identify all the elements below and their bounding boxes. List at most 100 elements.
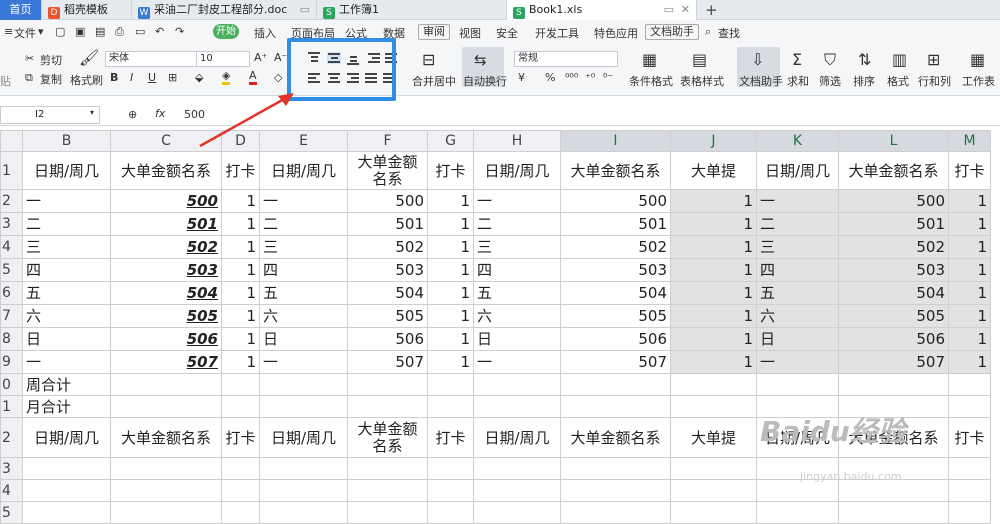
new-icon[interactable]: ▢ (55, 25, 65, 38)
checkin-cell[interactable]: 1 (221, 212, 260, 236)
row-header[interactable]: 5 (0, 501, 23, 524)
empty-cell[interactable] (221, 373, 260, 396)
row-header[interactable]: 4 (0, 479, 23, 502)
checkin-cell[interactable]: 1 (948, 235, 991, 259)
row-header[interactable]: 9 (0, 350, 23, 374)
copy-button[interactable]: 复制 (40, 71, 62, 87)
col-header[interactable]: G (427, 130, 474, 152)
font-select[interactable]: 宋体 (105, 51, 197, 67)
empty-cell[interactable] (110, 457, 222, 480)
empty-cell[interactable] (259, 501, 348, 524)
thousands-icon[interactable]: ⁰⁰⁰ (565, 71, 578, 84)
copy-icon[interactable]: ⧉ (25, 71, 33, 85)
day-cell[interactable]: 四 (473, 258, 561, 282)
increase-decimal-icon[interactable]: ⁺⁰ (585, 71, 595, 84)
menu-file-chevron-icon[interactable]: ▾ (38, 25, 44, 38)
day-cell[interactable]: 五 (756, 281, 839, 305)
checkin-cell[interactable]: 1 (948, 281, 991, 305)
day-cell[interactable]: 六 (473, 304, 561, 328)
empty-cell[interactable] (347, 457, 428, 480)
amount-cell[interactable]: 504 (110, 281, 222, 305)
percent-icon[interactable]: % (545, 71, 555, 84)
day-cell[interactable]: 六 (22, 304, 111, 328)
tab-workbook1[interactable]: S 工作簿1 (317, 0, 507, 20)
empty-cell[interactable] (347, 395, 428, 418)
decrease-decimal-icon[interactable]: ⁰⁻ (603, 71, 613, 84)
redo-icon[interactable]: ↷ (175, 25, 184, 38)
amount-cell[interactable]: 505 (560, 304, 671, 328)
amount-cell[interactable]: 502 (110, 235, 222, 259)
empty-cell[interactable] (473, 457, 561, 480)
save-icon[interactable]: ▤ (95, 25, 105, 38)
empty-cell[interactable] (221, 501, 260, 524)
tab-restore-icon[interactable]: ▭ (664, 0, 674, 20)
amount-cell[interactable]: 507 (347, 350, 428, 374)
amount-cell[interactable]: 507 (110, 350, 222, 374)
currency-icon[interactable]: ¥ (518, 71, 525, 84)
header-cell[interactable]: 大单金额名系 (347, 151, 428, 190)
empty-cell[interactable] (670, 479, 757, 502)
fill-color-icon[interactable]: ⬙ (195, 71, 203, 84)
paste-label[interactable]: 贴 (0, 73, 11, 89)
col-header[interactable]: B (22, 130, 111, 152)
col-header[interactable]: M (948, 130, 991, 152)
empty-cell[interactable] (560, 501, 671, 524)
tab-book1[interactable]: S Book1.xls ▭ ✕ (507, 0, 697, 20)
menu-insert[interactable]: 插入 (254, 25, 276, 41)
checkin-cell[interactable]: 1 (948, 304, 991, 328)
amount-cell[interactable]: 503 (838, 258, 949, 282)
zoom-icon[interactable]: ⊕ (128, 108, 137, 121)
amount-cell[interactable]: 500 (347, 189, 428, 213)
header-cell[interactable]: 打卡 (948, 151, 991, 190)
tab-close-icon[interactable]: ✕ (681, 0, 690, 20)
checkin-cell[interactable]: 1 (948, 212, 991, 236)
empty-cell[interactable] (110, 479, 222, 502)
header-cell[interactable]: 大单金额名系 (110, 417, 222, 458)
checkin-cell[interactable]: 1 (221, 235, 260, 259)
header-cell[interactable]: 大单提 (670, 151, 757, 190)
checkin-cell[interactable]: 1 (670, 304, 757, 328)
number-format-select[interactable]: 常规 (514, 51, 618, 67)
amount-cell[interactable]: 504 (560, 281, 671, 305)
header-cell[interactable]: 大单金额名系 (560, 151, 671, 190)
fx-icon[interactable]: fx (155, 107, 165, 120)
name-box-chevron-icon[interactable]: ▾ (90, 108, 94, 117)
checkin-cell[interactable]: 1 (427, 189, 474, 213)
col-header[interactable]: I (560, 130, 671, 152)
empty-cell[interactable] (22, 479, 111, 502)
day-cell[interactable]: 五 (473, 281, 561, 305)
amount-cell[interactable]: 502 (560, 235, 671, 259)
checkin-cell[interactable]: 1 (427, 235, 474, 259)
header-cell[interactable]: 大单金额名系 (838, 151, 949, 190)
empty-cell[interactable] (948, 479, 991, 502)
sum-icon[interactable]: Σ (792, 50, 802, 69)
preview-icon[interactable]: ▭ (135, 25, 145, 38)
row-header[interactable]: 5 (0, 258, 23, 282)
empty-cell[interactable] (347, 501, 428, 524)
name-box[interactable]: I2 (0, 106, 100, 124)
day-cell[interactable]: 二 (473, 212, 561, 236)
table-style-icon[interactable]: ▤ (692, 50, 707, 69)
checkin-cell[interactable]: 1 (427, 258, 474, 282)
bold-icon[interactable]: B (110, 71, 118, 84)
row-header[interactable]: 2 (0, 417, 23, 458)
day-cell[interactable]: 一 (22, 350, 111, 374)
border-icon[interactable]: ⊞ (168, 71, 177, 84)
menu-search[interactable]: 查找 (718, 25, 740, 41)
summary-label[interactable]: 周合计 (22, 373, 111, 396)
header-cell[interactable]: 大单金额名系 (347, 417, 428, 458)
formula-input[interactable]: 500 (184, 108, 205, 121)
conditional-format-icon[interactable]: ▦ (642, 50, 657, 69)
amount-cell[interactable]: 501 (560, 212, 671, 236)
sum-button[interactable]: 求和 (787, 73, 809, 89)
day-cell[interactable]: 四 (259, 258, 348, 282)
header-cell[interactable]: 打卡 (427, 151, 474, 190)
corner-cell[interactable] (0, 130, 23, 152)
empty-cell[interactable] (838, 501, 949, 524)
day-cell[interactable]: 三 (756, 235, 839, 259)
day-cell[interactable]: 三 (259, 235, 348, 259)
menu-features[interactable]: 特色应用 (594, 25, 638, 41)
row-header[interactable]: 1 (0, 395, 23, 418)
row-header[interactable]: 6 (0, 281, 23, 305)
new-tab-icon[interactable]: + (705, 0, 718, 20)
